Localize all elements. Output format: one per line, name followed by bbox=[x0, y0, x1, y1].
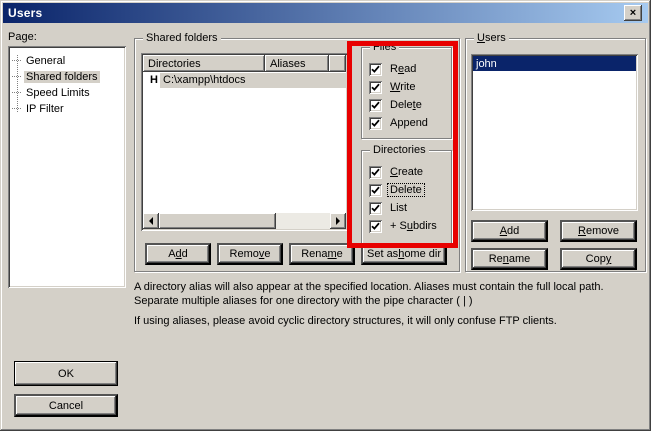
tree-branch-icon bbox=[12, 92, 21, 93]
close-icon: × bbox=[630, 7, 636, 19]
rename-user-button[interactable]: Rename bbox=[471, 248, 548, 270]
check-icon bbox=[371, 186, 380, 195]
cyclic-note: If using aliases, please avoid cyclic di… bbox=[134, 314, 644, 328]
users-dialog: Users × Page: General Shared folders Spe… bbox=[0, 0, 651, 431]
checkbox-box[interactable] bbox=[369, 166, 382, 179]
scrollbar-track[interactable] bbox=[276, 213, 330, 229]
check-icon bbox=[371, 65, 380, 74]
home-directory-marker: H bbox=[143, 74, 160, 86]
page-label: Page: bbox=[8, 31, 37, 43]
users-list[interactable]: john bbox=[471, 54, 638, 211]
triangle-left-icon bbox=[149, 217, 153, 225]
triangle-right-icon bbox=[336, 217, 340, 225]
checkbox-box[interactable] bbox=[369, 99, 382, 112]
page-list[interactable]: General Shared folders Speed Limits IP F… bbox=[8, 46, 126, 288]
subdirs-checkbox[interactable]: + Subdirs bbox=[369, 219, 439, 233]
checkbox-box[interactable] bbox=[369, 184, 382, 197]
checkbox-label: Append bbox=[388, 117, 430, 129]
write-checkbox[interactable]: Write bbox=[369, 80, 417, 94]
title-bar[interactable]: Users bbox=[3, 3, 648, 23]
check-icon bbox=[371, 168, 380, 177]
users-group-label: Users bbox=[474, 32, 509, 44]
checkbox-box[interactable] bbox=[369, 202, 382, 215]
delete-directories-checkbox[interactable]: Delete bbox=[369, 183, 424, 197]
delete-files-checkbox[interactable]: Delete bbox=[369, 98, 424, 112]
list-checkbox[interactable]: List bbox=[369, 201, 409, 215]
user-item-john[interactable]: john bbox=[473, 56, 636, 71]
checkbox-box[interactable] bbox=[369, 220, 382, 233]
directory-cell: C:\xampp\htdocs bbox=[160, 73, 346, 88]
tree-branch-icon bbox=[12, 60, 21, 61]
checkbox-label: Delete bbox=[388, 99, 424, 111]
add-user-button[interactable]: Add bbox=[471, 220, 548, 242]
column-header-filler bbox=[329, 55, 346, 72]
page-item-general[interactable]: General bbox=[12, 53, 67, 68]
scrollbar-thumb[interactable] bbox=[159, 213, 276, 229]
checkbox-label: + Subdirs bbox=[388, 220, 439, 232]
check-icon bbox=[371, 204, 380, 213]
checkbox-label: Read bbox=[388, 63, 418, 75]
ok-button[interactable]: OK bbox=[14, 361, 118, 386]
page-item-ip-filter[interactable]: IP Filter bbox=[12, 101, 66, 116]
check-icon bbox=[371, 83, 380, 92]
rename-directory-button[interactable]: Rename bbox=[289, 243, 355, 265]
check-icon bbox=[371, 101, 380, 110]
create-checkbox[interactable]: Create bbox=[369, 165, 425, 179]
read-checkbox[interactable]: Read bbox=[369, 62, 418, 76]
table-header: Directories Aliases bbox=[143, 55, 346, 72]
checkbox-box[interactable] bbox=[369, 81, 382, 94]
cancel-button[interactable]: Cancel bbox=[14, 394, 118, 417]
tree-branch-icon bbox=[12, 76, 21, 77]
check-icon bbox=[371, 119, 380, 128]
table-row[interactable]: H C:\xampp\htdocs bbox=[143, 72, 346, 88]
window-title: Users bbox=[8, 6, 42, 20]
set-as-home-dir-button[interactable]: Set as home dir bbox=[361, 243, 447, 265]
alias-note: A directory alias will also appear at th… bbox=[134, 280, 644, 308]
append-checkbox[interactable]: Append bbox=[369, 116, 430, 130]
checkbox-box[interactable] bbox=[369, 117, 382, 130]
column-header-directories[interactable]: Directories bbox=[143, 55, 265, 72]
page-item-speed-limits[interactable]: Speed Limits bbox=[12, 85, 92, 100]
files-permissions-group: Files Read Write Delete Append bbox=[361, 47, 452, 139]
checkbox-label: List bbox=[388, 202, 409, 214]
directories-table[interactable]: Directories Aliases H C:\xampp\htdocs bbox=[141, 53, 348, 231]
shared-folders-group-label: Shared folders bbox=[143, 32, 221, 44]
files-group-label: Files bbox=[370, 41, 399, 53]
checkbox-label: Write bbox=[388, 81, 417, 93]
checkbox-label: Create bbox=[388, 166, 425, 178]
checkbox-box[interactable] bbox=[369, 63, 382, 76]
column-header-aliases[interactable]: Aliases bbox=[265, 55, 329, 72]
scroll-right-button[interactable] bbox=[330, 213, 346, 229]
page-item-shared-folders[interactable]: Shared folders bbox=[12, 69, 100, 84]
directories-permissions-group: Directories Create Delete List + Subdirs bbox=[361, 150, 452, 244]
horizontal-scrollbar[interactable] bbox=[143, 213, 346, 229]
copy-user-button[interactable]: Copy bbox=[560, 248, 637, 270]
remove-directory-button[interactable]: Remove bbox=[217, 243, 283, 265]
check-icon bbox=[371, 222, 380, 231]
add-directory-button[interactable]: Add bbox=[145, 243, 211, 265]
tree-branch-icon bbox=[12, 108, 21, 109]
scroll-left-button[interactable] bbox=[143, 213, 159, 229]
close-button[interactable]: × bbox=[624, 5, 642, 21]
checkbox-label: Delete bbox=[388, 184, 424, 196]
remove-user-button[interactable]: Remove bbox=[560, 220, 637, 242]
directories-group-label: Directories bbox=[370, 144, 429, 156]
